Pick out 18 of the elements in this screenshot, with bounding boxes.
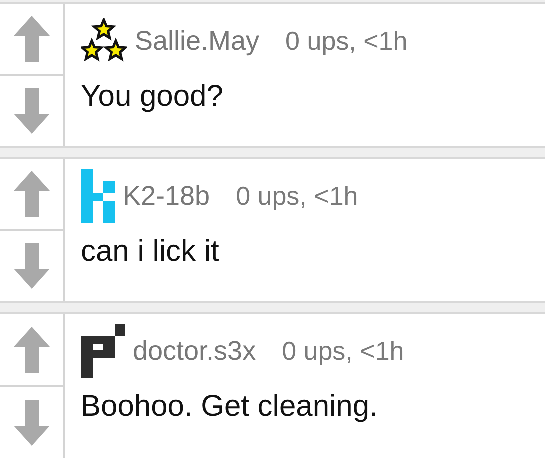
downvote-arrow-icon <box>14 243 50 289</box>
upvote-arrow-icon <box>14 171 50 217</box>
comment-text: You good? <box>81 80 224 114</box>
stars-avatar-icon <box>81 18 127 64</box>
comment-text: Boohoo. Get cleaning. <box>81 390 379 424</box>
downvote-arrow-icon <box>14 88 50 134</box>
block-avatar-icon <box>81 169 115 223</box>
username-link[interactable]: K2-18b <box>123 180 210 212</box>
upvote-arrow-icon <box>14 16 50 62</box>
comment-meta: 0 ups, <1h <box>236 180 358 212</box>
comment-meta: 0 ups, <1h <box>286 26 408 56</box>
username-link[interactable]: doctor.s3x <box>133 336 256 366</box>
username-link[interactable]: Sallie.May <box>135 26 260 56</box>
upvote-arrow-icon <box>14 326 50 372</box>
block-avatar-icon <box>81 324 125 378</box>
comment-meta: 0 ups, <1h <box>282 336 404 366</box>
comment-text: can i lick it <box>81 235 220 269</box>
downvote-arrow-icon <box>14 400 50 446</box>
